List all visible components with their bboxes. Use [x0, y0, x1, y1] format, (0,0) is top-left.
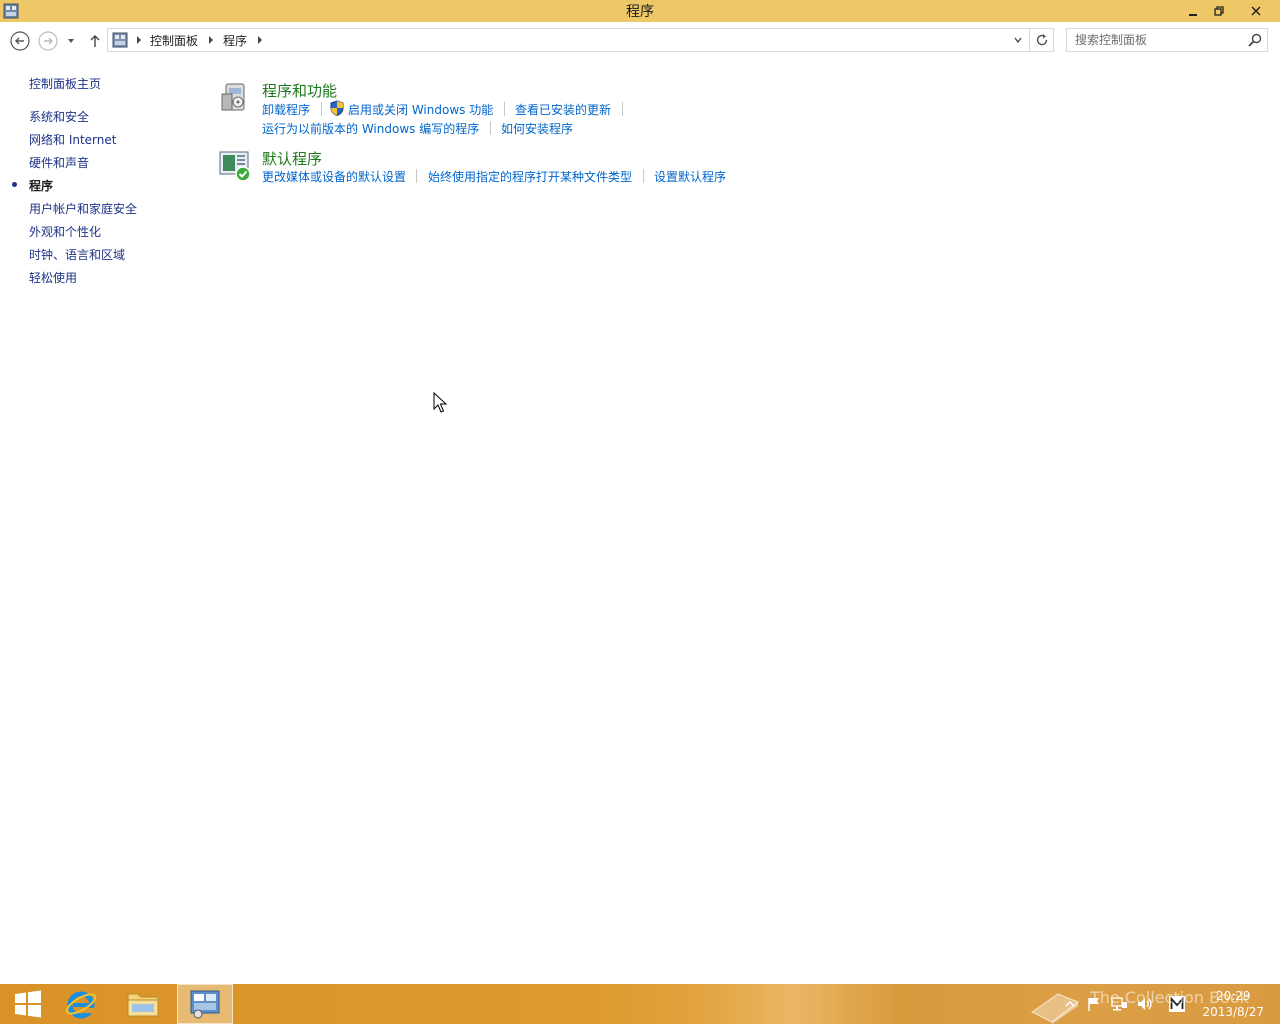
how-to-install-link[interactable]: 如何安装程序	[501, 120, 573, 137]
default-programs-icon[interactable]	[218, 148, 252, 182]
up-arrow-icon	[90, 35, 100, 47]
close-button[interactable]	[1232, 0, 1280, 22]
control-panel-icon	[112, 32, 128, 48]
control-panel-icon[interactable]	[3, 3, 19, 19]
minimize-icon	[1189, 14, 1197, 16]
change-media-defaults-link[interactable]: 更改媒体或设备的默认设置	[262, 168, 406, 185]
start-button[interactable]	[0, 984, 56, 1024]
folder-icon	[127, 993, 159, 1017]
programs-features-title[interactable]: 程序和功能	[262, 80, 337, 101]
link-separator	[416, 169, 417, 183]
internet-explorer-icon	[65, 991, 97, 1019]
default-programs-title[interactable]: 默认程序	[262, 148, 322, 169]
breadcrumb-arrow-icon[interactable]	[134, 35, 144, 45]
link-separator	[490, 121, 491, 135]
control-panel-home-link[interactable]: 控制面板主页	[29, 75, 101, 92]
uac-shield-icon	[330, 100, 344, 116]
internet-explorer-button[interactable]	[53, 984, 109, 1024]
programs-features-icon[interactable]	[218, 80, 252, 114]
window-title: 程序	[626, 4, 654, 20]
turn-windows-features-link[interactable]: 启用或关闭 Windows 功能	[348, 101, 493, 118]
control-panel-taskbar-button[interactable]	[177, 984, 233, 1024]
taskbar: 20:29 2013/8/27	[0, 984, 1280, 1024]
breadcrumb-arrow-icon[interactable]	[206, 35, 216, 45]
link-separator	[321, 102, 322, 116]
minimize-button[interactable]	[1180, 0, 1206, 22]
restore-button[interactable]	[1206, 0, 1232, 22]
sidebar-item-programs: 程序	[29, 179, 54, 193]
view-installed-updates-link[interactable]: 查看已安装的更新	[515, 101, 611, 118]
breadcrumb-control-panel[interactable]: 控制面板	[150, 32, 198, 49]
refresh-button[interactable]	[1030, 28, 1054, 52]
link-separator	[504, 102, 505, 116]
set-default-programs-link[interactable]: 设置默认程序	[654, 168, 726, 185]
sidebar-item-ease-of-access[interactable]: 轻松使用	[29, 269, 77, 286]
file-explorer-button[interactable]	[115, 984, 171, 1024]
active-item-bullet	[12, 182, 17, 187]
address-dropdown-button[interactable]	[1009, 31, 1027, 49]
uninstall-program-link[interactable]: 卸载程序	[262, 101, 310, 118]
compatibility-programs-link[interactable]: 运行为以前版本的 Windows 编写的程序	[262, 120, 479, 137]
sidebar-item-network-internet[interactable]: 网络和 Internet	[29, 131, 116, 148]
link-separator	[622, 102, 623, 116]
window-controls	[1180, 0, 1280, 22]
chevron-down-icon	[68, 39, 74, 43]
control-panel-icon	[190, 990, 220, 1019]
file-type-association-link[interactable]: 始终使用指定的程序打开某种文件类型	[428, 168, 632, 185]
forward-arrow-icon	[38, 31, 58, 51]
restore-icon	[1214, 6, 1224, 16]
breadcrumb-arrow-icon[interactable]	[255, 35, 265, 45]
back-arrow-icon	[10, 31, 30, 51]
show-hidden-icons-icon[interactable]	[1064, 998, 1076, 1010]
breadcrumb-programs[interactable]: 程序	[223, 32, 247, 49]
recent-locations-button[interactable]	[62, 30, 80, 52]
up-button[interactable]	[84, 30, 106, 52]
windows-logo-icon	[15, 990, 41, 1018]
sidebar-item-clock-language-region[interactable]: 时钟、语言和区域	[29, 246, 125, 263]
mouse-cursor-icon	[433, 392, 447, 413]
search-icon[interactable]	[1247, 32, 1263, 48]
sidebar-item-user-accounts[interactable]: 用户帐户和家庭安全	[29, 200, 137, 217]
search-input[interactable]	[1067, 29, 1243, 51]
forward-button[interactable]	[37, 30, 59, 52]
address-bar[interactable]: 控制面板 程序	[107, 28, 1030, 52]
title-bar: 程序	[0, 0, 1280, 22]
chevron-down-icon	[1014, 37, 1022, 44]
sidebar-item-system-security[interactable]: 系统和安全	[29, 108, 89, 125]
sidebar-item-appearance[interactable]: 外观和个性化	[29, 223, 101, 240]
refresh-icon	[1036, 34, 1047, 46]
close-icon	[1251, 6, 1261, 16]
back-button[interactable]	[9, 30, 31, 52]
search-box[interactable]	[1066, 28, 1268, 52]
watermark-text: The Collection Book	[1090, 988, 1249, 1007]
sidebar-item-hardware-sound[interactable]: 硬件和声音	[29, 154, 89, 171]
link-separator	[643, 169, 644, 183]
